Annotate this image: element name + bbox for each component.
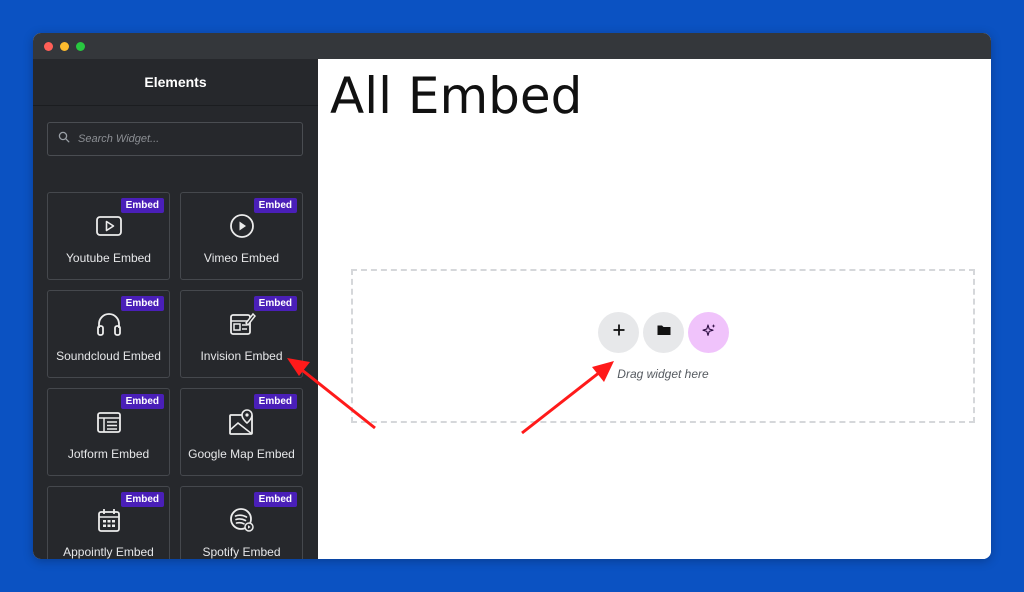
embed-badge: Embed bbox=[120, 296, 164, 311]
plus-icon bbox=[611, 322, 627, 343]
form-icon bbox=[93, 406, 125, 438]
widget-card-youtube[interactable]: Embed Youtube Embed bbox=[47, 192, 170, 280]
embed-badge: Embed bbox=[120, 492, 164, 507]
folder-icon bbox=[656, 322, 672, 343]
search-box[interactable] bbox=[47, 122, 303, 156]
widget-card-invision[interactable]: Embed Invision Embed bbox=[180, 290, 303, 378]
window-titlebar bbox=[33, 33, 991, 59]
widget-label: Spotify Embed bbox=[202, 545, 281, 559]
design-board-icon bbox=[226, 308, 258, 340]
minimize-window-dot[interactable] bbox=[60, 42, 69, 51]
elements-sidebar: Elements Embed Youtube Embed Embed Vimeo bbox=[33, 59, 318, 559]
widget-card-jotform[interactable]: Embed Jotform Embed bbox=[47, 388, 170, 476]
editor-canvas: All Embed Drag widget here bbox=[318, 59, 991, 559]
sidebar-title: Elements bbox=[33, 59, 318, 106]
widget-label: Invision Embed bbox=[200, 349, 283, 363]
widget-card-google-map[interactable]: Embed Google Map Embed bbox=[180, 388, 303, 476]
ai-generate-button[interactable] bbox=[688, 312, 729, 353]
embed-badge: Embed bbox=[253, 492, 297, 507]
add-widget-button[interactable] bbox=[598, 312, 639, 353]
calendar-icon bbox=[93, 504, 125, 536]
search-input[interactable] bbox=[78, 133, 278, 145]
embed-badge: Embed bbox=[253, 198, 297, 213]
widget-label: Vimeo Embed bbox=[203, 251, 280, 265]
widget-card-appointly[interactable]: Embed Appointly Embed bbox=[47, 486, 170, 559]
widget-grid: Embed Youtube Embed Embed Vimeo Embed Em… bbox=[47, 192, 303, 559]
play-circle-icon bbox=[226, 210, 258, 242]
map-icon bbox=[226, 406, 258, 438]
search-icon bbox=[58, 130, 70, 148]
headphones-icon bbox=[93, 308, 125, 340]
embed-badge: Embed bbox=[253, 394, 297, 409]
embed-badge: Embed bbox=[120, 198, 164, 213]
widget-card-spotify[interactable]: Embed Spotify Embed bbox=[180, 486, 303, 559]
template-library-button[interactable] bbox=[643, 312, 684, 353]
widget-card-soundcloud[interactable]: Embed Soundcloud Embed bbox=[47, 290, 170, 378]
widget-label: Soundcloud Embed bbox=[56, 349, 161, 363]
widget-label: Appointly Embed bbox=[63, 545, 154, 559]
close-window-dot[interactable] bbox=[44, 42, 53, 51]
drop-zone-hint: Drag widget here bbox=[617, 367, 709, 381]
widget-label: Jotform Embed bbox=[67, 447, 150, 461]
widget-label: Youtube Embed bbox=[66, 251, 151, 265]
embed-badge: Embed bbox=[253, 296, 297, 311]
youtube-icon bbox=[93, 210, 125, 242]
embed-badge: Embed bbox=[120, 394, 164, 409]
widget-card-vimeo[interactable]: Embed Vimeo Embed bbox=[180, 192, 303, 280]
app-window: Elements Embed Youtube Embed Embed Vimeo bbox=[33, 33, 991, 559]
drop-zone-buttons bbox=[598, 312, 729, 353]
drop-zone[interactable]: Drag widget here bbox=[351, 269, 975, 423]
ai-sparkle-icon bbox=[701, 322, 717, 343]
maximize-window-dot[interactable] bbox=[76, 42, 85, 51]
page-title: All Embed bbox=[330, 67, 583, 125]
widget-label: Google Map Embed bbox=[188, 447, 295, 461]
spotify-icon bbox=[226, 504, 258, 536]
